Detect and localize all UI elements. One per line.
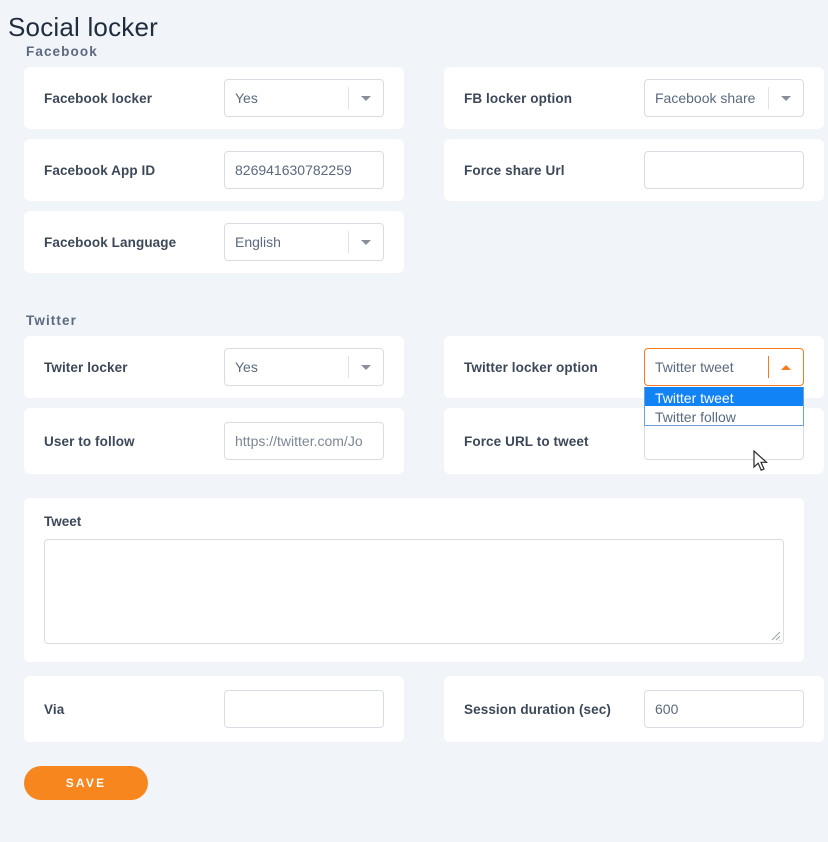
force-share-url-input[interactable] [644,151,804,189]
tweet-textarea[interactable] [44,539,784,644]
resize-handle-icon[interactable] [769,629,781,641]
field-label-twitter-locker-option: Twitter locker option [464,360,644,375]
field-row-fb-locker-option: FB locker option Facebook share [444,67,824,129]
field-control-twitter-locker-option: Twitter tweet Twitter tweet Twitter foll… [644,348,804,386]
facebook-left-column: Facebook locker Yes Facebook App ID 8269… [24,67,404,283]
field-label-facebook-language: Facebook Language [44,235,224,250]
facebook-language-select[interactable]: English [224,223,384,261]
field-control-facebook-app-id: 826941630782259 [224,151,384,189]
field-label-facebook-locker: Facebook locker [44,91,224,106]
dropdown-option-twitter-follow[interactable]: Twitter follow [645,406,803,425]
facebook-app-id-input[interactable]: 826941630782259 [224,151,384,189]
field-row-facebook-app-id: Facebook App ID 826941630782259 [24,139,404,201]
twitter-locker-option-value: Twitter tweet [645,359,768,375]
field-row-twitter-locker: Twiter locker Yes [24,336,404,398]
field-control-force-url-to-tweet [644,422,804,460]
field-row-facebook-language: Facebook Language English [24,211,404,273]
chevron-down-icon [349,240,383,245]
field-row-twitter-locker-option: Twitter locker option Twitter tweet Twit… [444,336,824,398]
footer-right-column: Session duration (sec) 600 [444,676,824,752]
field-label-session-duration: Session duration (sec) [464,702,644,717]
footer-left-column: Via [24,676,404,752]
force-url-to-tweet-input[interactable] [644,422,804,460]
section-header-facebook: Facebook [26,44,804,59]
user-to-follow-input[interactable]: https://twitter.com/Jo [224,422,384,460]
footer-grid: Via Session duration (sec) 600 [24,676,804,752]
field-control-facebook-language: English [224,223,384,261]
field-control-twitter-locker: Yes [224,348,384,386]
field-label-twitter-locker: Twiter locker [44,360,224,375]
field-control-session-duration: 600 [644,690,804,728]
twitter-grid: Twiter locker Yes User to follow https:/… [24,336,804,484]
page-title: Social locker [8,10,828,44]
field-control-via [224,690,384,728]
twitter-left-column: Twiter locker Yes User to follow https:/… [24,336,404,484]
facebook-locker-value: Yes [225,90,348,106]
facebook-language-value: English [225,234,348,250]
field-label-facebook-app-id: Facebook App ID [44,163,224,178]
twitter-locker-value: Yes [225,359,348,375]
field-control-fb-locker-option: Facebook share [644,79,804,117]
fb-locker-option-select[interactable]: Facebook share [644,79,804,117]
chevron-down-icon [769,96,803,101]
field-control-facebook-locker: Yes [224,79,384,117]
field-row-user-to-follow: User to follow https://twitter.com/Jo [24,408,404,474]
facebook-right-column: FB locker option Facebook share Force sh… [444,67,824,283]
field-label-via: Via [44,702,224,717]
field-row-force-share-url: Force share Url [444,139,824,201]
chevron-down-icon [349,96,383,101]
save-button[interactable]: SAVE [24,766,148,800]
tweet-card: Tweet [24,498,804,662]
twitter-locker-option-select[interactable]: Twitter tweet Twitter tweet Twitter foll… [644,348,804,386]
fb-locker-option-value: Facebook share [645,90,768,106]
field-row-session-duration: Session duration (sec) 600 [444,676,824,742]
dropdown-option-twitter-tweet[interactable]: Twitter tweet [645,387,803,406]
page-root: Social locker Facebook Facebook locker Y… [0,10,828,800]
field-row-facebook-locker: Facebook locker Yes [24,67,404,129]
chevron-up-icon [769,365,803,370]
chevron-down-icon [349,365,383,370]
settings-content: Facebook Facebook locker Yes Facebook Ap… [0,44,828,800]
field-label-force-share-url: Force share Url [464,163,644,178]
field-control-force-share-url [644,151,804,189]
twitter-right-column: Twitter locker option Twitter tweet Twit… [444,336,824,484]
field-label-user-to-follow: User to follow [44,434,224,449]
facebook-grid: Facebook locker Yes Facebook App ID 8269… [24,67,804,283]
field-label-force-url-to-tweet: Force URL to tweet [464,434,644,449]
facebook-locker-select[interactable]: Yes [224,79,384,117]
via-input[interactable] [224,690,384,728]
twitter-locker-option-dropdown[interactable]: Twitter tweet Twitter follow [644,387,804,426]
session-duration-input[interactable]: 600 [644,690,804,728]
field-row-via: Via [24,676,404,742]
field-label-fb-locker-option: FB locker option [464,91,644,106]
section-header-twitter: Twitter [26,313,804,328]
field-label-tweet: Tweet [44,514,784,529]
field-control-user-to-follow: https://twitter.com/Jo [224,422,384,460]
twitter-locker-select[interactable]: Yes [224,348,384,386]
